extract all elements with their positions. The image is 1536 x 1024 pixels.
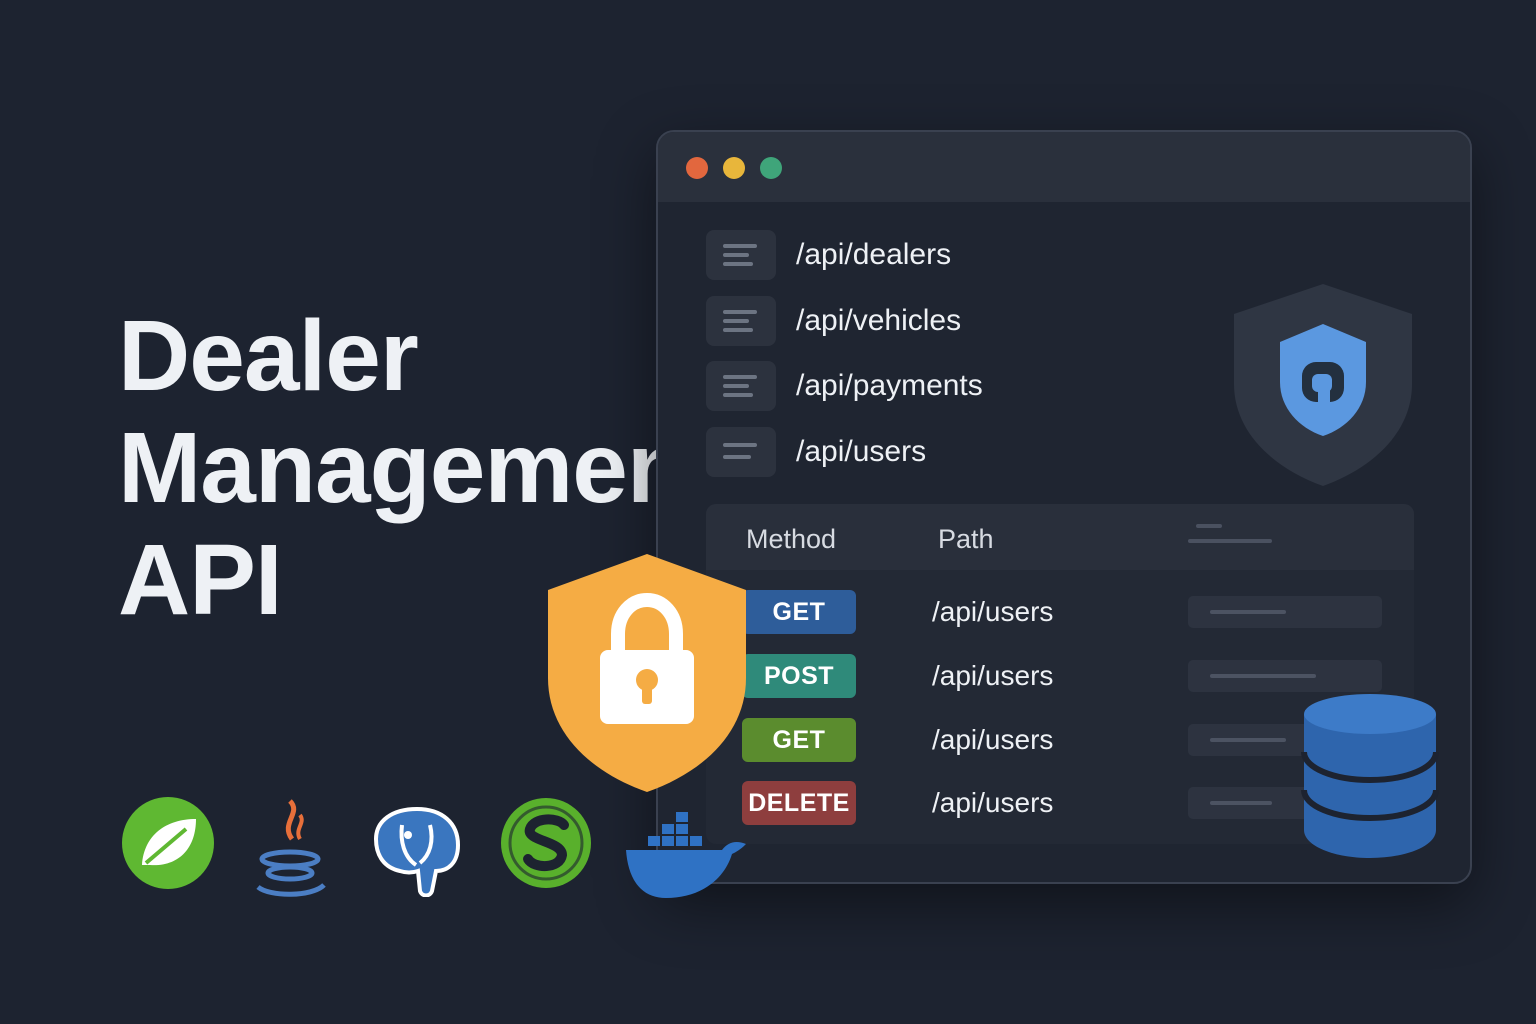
endpoint-label: /api/payments bbox=[796, 369, 983, 402]
table-header: Method Path bbox=[706, 504, 1414, 570]
column-header-path: Path bbox=[938, 524, 994, 554]
row-path: /api/users bbox=[932, 660, 1054, 691]
title-line-1: Dealer bbox=[118, 300, 419, 412]
lock-shield-icon bbox=[548, 554, 746, 792]
list-icon bbox=[706, 296, 776, 346]
spring-icon bbox=[122, 797, 214, 889]
endpoint-label: /api/vehicles bbox=[796, 304, 962, 337]
table-row[interactable]: GET /api/users bbox=[706, 590, 1414, 636]
endpoint-item-vehicles[interactable]: /api/vehicles bbox=[706, 296, 961, 346]
endpoint-item-users[interactable]: /api/users bbox=[706, 427, 926, 477]
row-path: /api/users bbox=[932, 724, 1054, 755]
list-icon bbox=[706, 427, 776, 477]
method-badge-get: GET bbox=[742, 718, 856, 762]
endpoint-label: /api/users bbox=[796, 435, 927, 468]
method-badge-post: POST bbox=[742, 654, 856, 698]
postgresql-icon bbox=[373, 806, 461, 897]
row-path: /api/users bbox=[932, 596, 1054, 627]
minimize-button[interactable] bbox=[723, 157, 745, 179]
swagger-icon bbox=[501, 798, 591, 888]
shield-icon bbox=[1234, 284, 1412, 486]
row-path: /api/users bbox=[932, 787, 1054, 818]
maximize-button[interactable] bbox=[760, 157, 782, 179]
column-header-method: Method bbox=[746, 524, 837, 554]
window-titlebar bbox=[658, 132, 1470, 202]
endpoint-item-payments[interactable]: /api/payments bbox=[706, 361, 983, 411]
endpoint-item-dealers[interactable]: /api/dealers bbox=[706, 230, 951, 280]
endpoint-label: /api/dealers bbox=[796, 238, 952, 271]
list-icon bbox=[706, 361, 776, 411]
row-detail-field bbox=[1188, 596, 1382, 628]
row-detail-field bbox=[1188, 660, 1382, 692]
close-button[interactable] bbox=[686, 157, 708, 179]
method-badge-get: GET bbox=[742, 590, 856, 634]
database-icon bbox=[1301, 694, 1439, 858]
title-line-2: Managemen bbox=[118, 412, 678, 524]
java-icon bbox=[256, 799, 326, 897]
list-icon bbox=[706, 230, 776, 280]
method-badge-delete: DELETE bbox=[742, 781, 856, 825]
docker-icon bbox=[626, 812, 746, 898]
